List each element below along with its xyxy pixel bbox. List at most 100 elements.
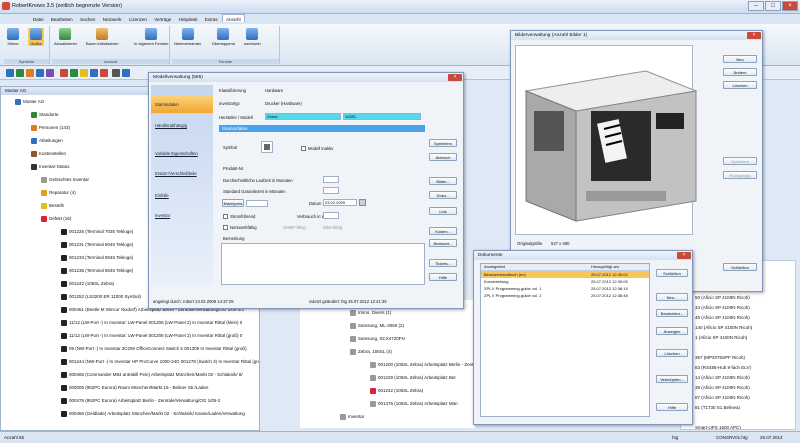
aktualisieren-button[interactable]: Aktualisieren	[54, 28, 77, 46]
speichern-button[interactable]: Speichern	[429, 139, 457, 147]
kosten-button[interactable]: Kosten...	[429, 227, 457, 235]
tree-item[interactable]: Bestellt	[41, 201, 64, 210]
tool-icon[interactable]	[100, 69, 108, 77]
bild-loeschen-button[interactable]: Löschen	[723, 81, 757, 89]
doc-anzeigen-button[interactable]: Anzeigen	[656, 327, 688, 335]
tool-icon[interactable]	[80, 69, 88, 77]
garantie-field[interactable]	[323, 187, 339, 194]
inventory-list-item[interactable]: 50 (Aficio SP 4100N Ricoh)	[695, 293, 750, 302]
tree-item[interactable]: 11/12 (LW-Port -) In Inventar: LW-Panel …	[61, 318, 242, 327]
bild-schliessen-button[interactable]: Schließen	[723, 263, 757, 271]
tree-item[interactable]: 001252 (LS3200 ER 11000 Symbol)	[61, 292, 141, 301]
hersteller-field[interactable]: Zebra	[265, 113, 341, 120]
calendar-icon[interactable]	[359, 199, 366, 206]
stromfuehrend-checkbox[interactable]	[223, 214, 228, 219]
link-button[interactable]: Link	[429, 207, 457, 215]
bild-rueckgaengig-button[interactable]: Rückgängig	[723, 171, 757, 179]
model-tree-item[interactable]: Samsung, SCX4720FN	[350, 334, 405, 343]
menu-bearbeiten[interactable]: Bearbeiten	[48, 15, 76, 22]
tree-item[interactable]: Kostenstellen	[31, 149, 66, 158]
kleine-button[interactable]: Kleine	[7, 28, 19, 46]
model-tree-item[interactable]: 001200 (105SL Zebra) Arbeitsplatz Berlin…	[370, 360, 475, 369]
tickets-button[interactable]: Tickets...	[429, 259, 457, 267]
hilfe-button[interactable]: Hilfe	[429, 273, 457, 281]
inventory-list-item[interactable]: 39 (Aficio SP 4100N Ricoh)	[695, 383, 750, 392]
tree-item[interactable]: 001242 (105SL Zebra)	[61, 279, 114, 288]
minimize-button[interactable]: –	[748, 1, 764, 11]
menu-lizenzen[interactable]: Lizenzen	[126, 15, 150, 22]
inventory-list-item[interactable]: 81 (T1730 S1 Belinea)	[695, 403, 740, 412]
maximize-button[interactable]: □	[765, 1, 781, 11]
inventory-list-item[interactable]: 83 (RS485-Hub 8-fach ELV)	[695, 363, 751, 372]
ueberlappend-button[interactable]: Überlappend	[212, 28, 235, 46]
tree-item[interactable]: 001235 (Terminal 8045 Tekloge)	[61, 266, 133, 275]
tool-icon[interactable]	[70, 69, 78, 77]
tool-icon[interactable]	[6, 69, 14, 77]
tree-item[interactable]: Abteilungen	[31, 136, 63, 145]
marktpreis-button[interactable]: Marktpreis	[222, 199, 244, 207]
tree-item[interactable]: 001231 (Terminal 8045 Tekloge)	[61, 240, 133, 249]
menu-extras[interactable]: Extras	[202, 15, 221, 22]
modell-inaktiv-checkbox[interactable]	[301, 146, 306, 151]
tree-item[interactable]: 001244 (NW-Port -) In Inventar HP ProCur…	[61, 357, 259, 366]
tree-item[interactable]: Personen (143)	[31, 123, 70, 132]
col-anzeigetext[interactable]: Anzeigetext	[484, 264, 505, 269]
tree-item[interactable]: Defekt (16)	[41, 214, 71, 223]
tree-item[interactable]: Muster AG	[15, 97, 44, 106]
baum-initialisieren-button[interactable]: Baum initialisieren	[86, 28, 118, 46]
tool-icon[interactable]	[36, 69, 44, 77]
dokumente-close-button[interactable]: ×	[677, 252, 691, 259]
abbruch-button[interactable]: Abbruch	[429, 153, 457, 161]
tree-item[interactable]: 05 (NW-Port -) In Inventar 3COM OfficeCo…	[61, 344, 247, 353]
bemerkung-textarea[interactable]	[221, 243, 425, 285]
tool-icon[interactable]	[60, 69, 68, 77]
tool-icon[interactable]	[26, 69, 34, 77]
model-tree-item[interactable]: Zebra, 105SL (4)	[350, 347, 392, 356]
inventory-list-item[interactable]: 14 (Aficio SP 4100N Ricoh)	[695, 373, 750, 382]
netzwerkfaehig-checkbox[interactable]	[223, 225, 228, 230]
inventory-list-item[interactable]: Smart-UPS 1500 APC)	[695, 423, 741, 429]
tool-icon[interactable]	[90, 69, 98, 77]
model-tree-item[interactable]: 001476 (105SL Zebra) Arbeitsplatz Mün	[370, 399, 458, 408]
marktpreis-field[interactable]	[246, 200, 268, 207]
nav-inventar[interactable]: Inventar	[155, 213, 170, 218]
tree-item[interactable]: 000005 (952PC Eurora) Raum München/Markt…	[61, 383, 208, 392]
model-tree-item[interactable]: 001229 (105SL Zebra) Arbeitsplatz Ber	[370, 373, 456, 382]
tree-item[interactable]: 000465 (Geldlade) Arbeitsplatz München/M…	[61, 409, 245, 418]
tree-item[interactable]: 001226 (Terminal 7035 Tekloge)	[61, 227, 133, 236]
model-tree-item[interactable]: Inventar	[340, 412, 364, 421]
document-row[interactable]: Kurzanleitung 25.07.2012 12:39:05	[481, 278, 649, 285]
inventory-list-item[interactable]: 34 (Aficio SP 4100N Ricoh)	[695, 303, 750, 312]
bild-aendern-button[interactable]: Ändern	[723, 68, 757, 76]
doku-button[interactable]: Doku...	[429, 191, 457, 199]
inventory-list-item[interactable]: 357 (MP2075SPF Ricoh)	[695, 353, 745, 362]
tree-item[interactable]: Standorte	[31, 110, 59, 119]
tool-icon[interactable]	[112, 69, 120, 77]
doc-hilfe-button[interactable]: Hilfe	[656, 403, 688, 411]
tree-item[interactable]: Inventar-Status	[31, 162, 70, 171]
menu-suchen[interactable]: Suchen	[77, 15, 98, 22]
bild-speichern-button[interactable]: Speichern	[723, 157, 757, 165]
nav-variable-eigenschaften[interactable]: Variable Eigenschaften	[155, 151, 198, 156]
inventory-list-item[interactable]: 46 (Aficio SP 4100N Ricoh)	[695, 313, 750, 322]
nav-stammdaten[interactable]: Stammdaten	[155, 102, 179, 107]
model-tree-item[interactable]: 001242 (105SL Zebra)	[370, 386, 423, 395]
laufzeit-field[interactable]	[323, 176, 339, 183]
nav-haendlerabhaengig[interactable]: Händlerabhängig	[155, 123, 187, 128]
doc-loeschen-button[interactable]: Löschen	[656, 349, 688, 357]
dialog-close-button[interactable]: ×	[448, 74, 462, 81]
bilder-close-button[interactable]: ×	[747, 32, 761, 39]
doc-neu-button[interactable]: Neu...	[656, 293, 688, 301]
verbrauch-field[interactable]	[323, 212, 339, 219]
doc-verknuepfen-button[interactable]: Verknüpfen...	[656, 375, 688, 383]
symbol-picker[interactable]	[261, 141, 273, 153]
tree-item[interactable]: 11/12 (LW-Port -) In Inventar: LW-Panel …	[61, 331, 242, 340]
wechseln-button[interactable]: wechseln	[244, 28, 261, 46]
tree-item[interactable]: Reparatur (4)	[41, 188, 76, 197]
menu-helpdesk[interactable]: Helpdesk	[176, 15, 201, 22]
inventory-list-item[interactable]: 1 (Aficio SP 4100N Ricoh)	[695, 333, 747, 342]
tree-item[interactable]: 000475 (952PC Eurora) Arbeitsplatz Berli…	[61, 396, 220, 405]
tree-item[interactable]: Gelöschtes Inventar	[41, 175, 89, 184]
eigenes-fenster-button[interactable]: In eigenem Fenster	[134, 28, 168, 46]
datum-field[interactable]: 23.02.2009	[323, 199, 357, 206]
